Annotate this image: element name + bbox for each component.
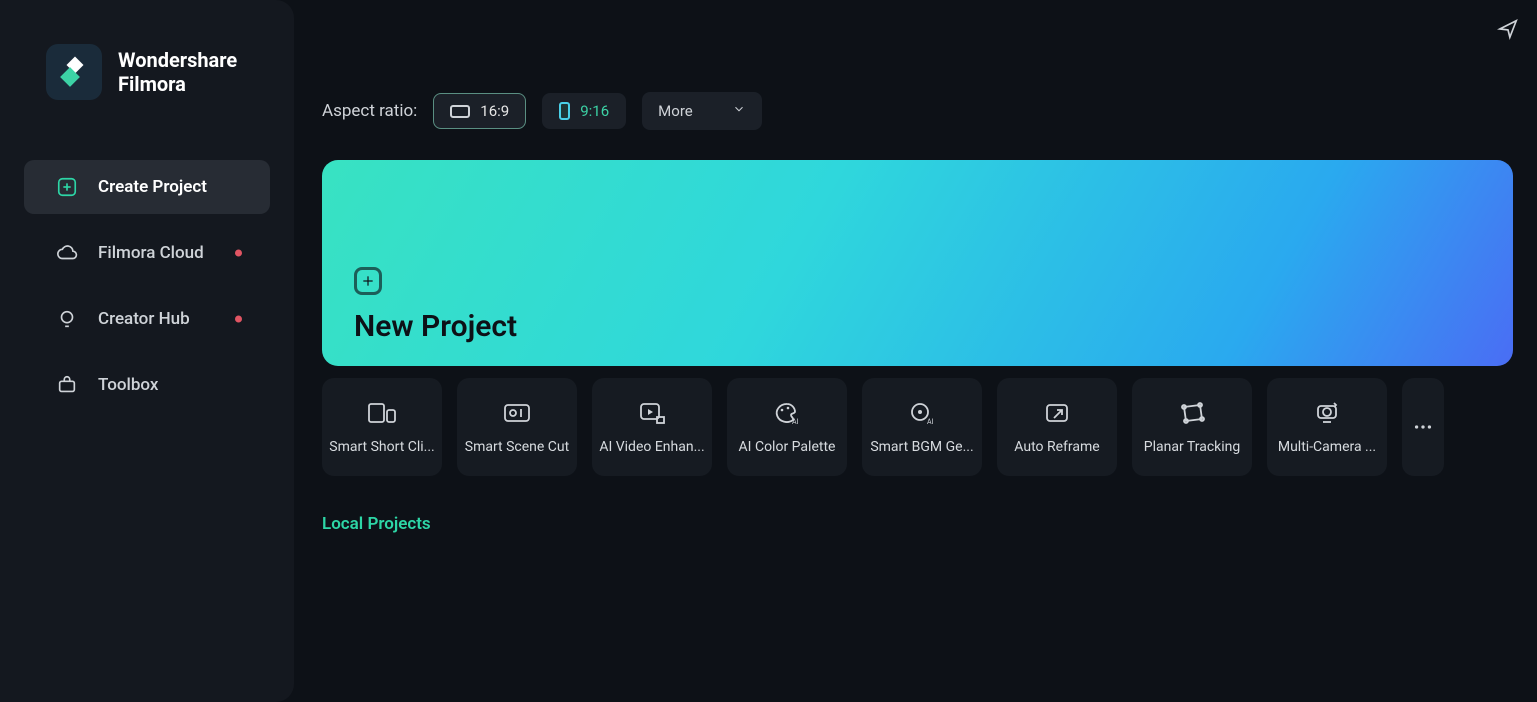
tool-planar-tracking[interactable]: Planar Tracking (1132, 378, 1252, 476)
plus-icon (354, 267, 382, 295)
filmora-logo-icon (46, 44, 102, 100)
tool-label: AI Color Palette (733, 439, 841, 455)
new-project-hero[interactable]: New Project (322, 160, 1513, 366)
tool-smart-short-clips[interactable]: Smart Short Cli... (322, 378, 442, 476)
brand-line1: Wondershare (118, 48, 237, 72)
aspect-ratio-label: Aspect ratio: (322, 101, 417, 121)
local-projects-heading[interactable]: Local Projects (322, 514, 1525, 534)
sidebar-item-filmora-cloud[interactable]: Filmora Cloud (24, 226, 270, 280)
cloud-icon (56, 242, 78, 264)
sidebar: Wondershare Filmora Create Project Filmo… (0, 0, 294, 702)
smart-bgm-generator-icon: AI (907, 399, 937, 427)
create-project-icon (56, 176, 78, 198)
tool-label: AI Video Enhan... (598, 439, 706, 455)
tool-more-button[interactable] (1402, 378, 1444, 476)
sidebar-item-toolbox[interactable]: Toolbox (24, 358, 270, 412)
planar-tracking-icon (1177, 399, 1207, 427)
aspect-16-9-button[interactable]: 16:9 (433, 93, 526, 129)
tool-label: Smart Scene Cut (463, 439, 571, 455)
app-title: Wondershare Filmora (118, 48, 237, 96)
send-feedback-icon[interactable] (1497, 18, 1519, 44)
tool-smart-scene-cut[interactable]: Smart Scene Cut (457, 378, 577, 476)
aspect-value: 9:16 (580, 102, 609, 120)
aspect-9-16-button[interactable]: 9:16 (542, 93, 626, 129)
tool-ai-color-palette[interactable]: AI AI Color Palette (727, 378, 847, 476)
ai-color-palette-icon: AI (772, 399, 802, 427)
tool-label: Smart BGM Ge... (868, 439, 976, 455)
sidebar-nav: Create Project Filmora Cloud Creator Hub… (24, 160, 270, 412)
more-label: More (658, 102, 693, 120)
more-horizontal-icon (1408, 413, 1438, 441)
ai-video-enhancer-icon (637, 399, 667, 427)
portrait-icon (559, 102, 570, 120)
sidebar-item-create-project[interactable]: Create Project (24, 160, 270, 214)
brand-line2: Filmora (118, 72, 237, 96)
aspect-more-dropdown[interactable]: More (642, 92, 762, 130)
toolbox-icon (56, 374, 78, 396)
sidebar-item-label: Filmora Cloud (98, 243, 204, 263)
tool-label: Auto Reframe (1003, 439, 1111, 455)
tool-smart-bgm-generator[interactable]: AI Smart BGM Ge... (862, 378, 982, 476)
sidebar-item-creator-hub[interactable]: Creator Hub (24, 292, 270, 346)
hero-title: New Project (354, 309, 1481, 344)
multi-camera-icon (1312, 399, 1342, 427)
notification-dot (235, 250, 242, 257)
smart-short-clips-icon (367, 399, 397, 427)
svg-text:AI: AI (792, 418, 799, 426)
tool-multi-camera[interactable]: Multi-Camera ... (1267, 378, 1387, 476)
tool-label: Planar Tracking (1138, 439, 1246, 455)
auto-reframe-icon (1042, 399, 1072, 427)
bulb-icon (56, 308, 78, 330)
sidebar-item-label: Toolbox (98, 375, 158, 395)
main-area: Aspect ratio: 16:9 9:16 More New Project (294, 0, 1537, 702)
smart-scene-cut-icon (502, 399, 532, 427)
aspect-value: 16:9 (480, 102, 509, 120)
app-logo: Wondershare Filmora (46, 44, 270, 100)
tool-label: Smart Short Cli... (328, 439, 436, 455)
notification-dot (235, 316, 242, 323)
landscape-icon (450, 105, 470, 118)
tool-ai-video-enhancer[interactable]: AI Video Enhan... (592, 378, 712, 476)
svg-text:AI: AI (927, 418, 934, 426)
sidebar-item-label: Create Project (98, 177, 207, 197)
chevron-down-icon (732, 102, 746, 120)
aspect-ratio-row: Aspect ratio: 16:9 9:16 More (322, 92, 1525, 130)
sidebar-item-label: Creator Hub (98, 309, 190, 329)
tools-row: Smart Short Cli... Smart Scene Cut AI Vi… (322, 378, 1513, 476)
tool-auto-reframe[interactable]: Auto Reframe (997, 378, 1117, 476)
tool-label: Multi-Camera ... (1273, 439, 1381, 455)
